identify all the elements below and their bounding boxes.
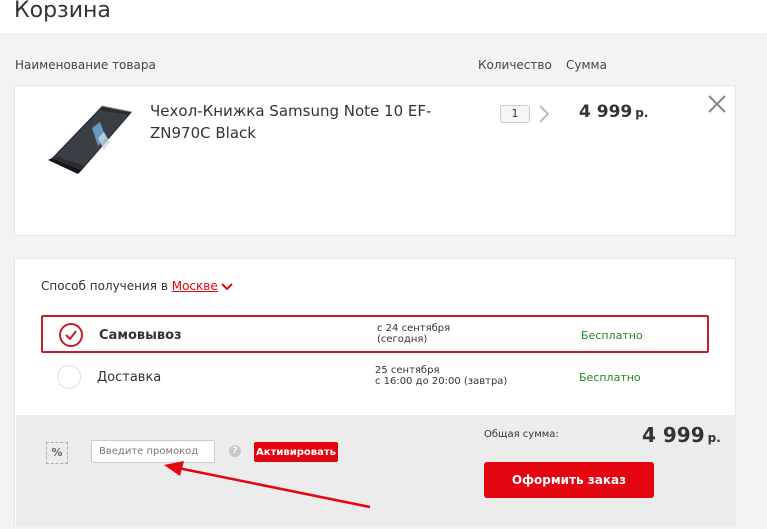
column-header-quantity: Количество <box>478 58 552 72</box>
help-icon[interactable]: ? <box>229 445 241 457</box>
header-bar: Корзина <box>0 0 767 33</box>
column-header-sum: Сумма <box>566 58 607 72</box>
receipt-method-label: Способ получения в Москве <box>41 279 234 293</box>
option-date: 25 сентября с 16:00 до 20:00 (завтра) <box>375 365 575 387</box>
delivery-option-courier[interactable]: Доставка 25 сентября с 16:00 до 20:00 (з… <box>41 359 709 397</box>
city-select-link[interactable]: Москве <box>172 279 218 293</box>
option-date: с 24 сентября (сегодня) <box>377 323 577 345</box>
product-name[interactable]: Чехол-Книжка Samsung Note 10 EF-ZN970C B… <box>150 100 480 144</box>
column-header-name: Наименование товара <box>15 58 156 72</box>
option-price: Бесплатно <box>581 329 643 342</box>
page-title: Корзина <box>14 0 111 23</box>
item-price-value: 4 999 <box>579 102 633 122</box>
delivery-section: Способ получения в Москве Самовывоз с 24… <box>14 258 736 526</box>
total-currency: р. <box>707 431 721 445</box>
activate-promo-button[interactable]: Активировать <box>254 442 338 462</box>
option-price: Бесплатно <box>579 371 641 384</box>
total-amount: 4 999 <box>642 423 705 447</box>
total-value: 4 999 р. <box>642 423 721 447</box>
option-date-line2: с 16:00 до 20:00 (завтра) <box>375 376 508 387</box>
option-date-line1: с 24 сентября <box>377 323 451 334</box>
option-date-line2: (сегодня) <box>377 334 428 345</box>
delivery-option-pickup[interactable]: Самовывоз с 24 сентября (сегодня) Беспла… <box>41 315 709 353</box>
promo-percent-icon: % <box>46 442 68 464</box>
option-date-line1: 25 сентября <box>375 365 440 376</box>
cart-item: Чехол-Книжка Samsung Note 10 EF-ZN970C B… <box>14 85 736 236</box>
item-price: 4 999 р. <box>579 102 648 122</box>
receipt-method-text: Способ получения в <box>41 279 168 293</box>
radio-checked-icon[interactable] <box>59 323 83 347</box>
place-order-button[interactable]: Оформить заказ <box>484 462 654 498</box>
radio-unchecked-icon[interactable] <box>57 365 81 389</box>
option-name: Доставка <box>97 370 162 385</box>
remove-item-icon[interactable] <box>707 94 727 114</box>
quantity-input[interactable]: 1 <box>500 105 530 123</box>
checkout-footer: % ? Активировать Общая сумма: 4 999р. Оф… <box>16 415 736 526</box>
chevron-right-icon[interactable] <box>536 103 552 125</box>
option-name: Самовывоз <box>99 328 182 343</box>
item-price-currency: р. <box>635 106 649 120</box>
product-thumbnail[interactable] <box>40 98 135 184</box>
chevron-down-icon[interactable] <box>220 282 234 291</box>
total-label: Общая сумма: <box>484 429 559 440</box>
promo-code-input[interactable] <box>91 440 215 463</box>
